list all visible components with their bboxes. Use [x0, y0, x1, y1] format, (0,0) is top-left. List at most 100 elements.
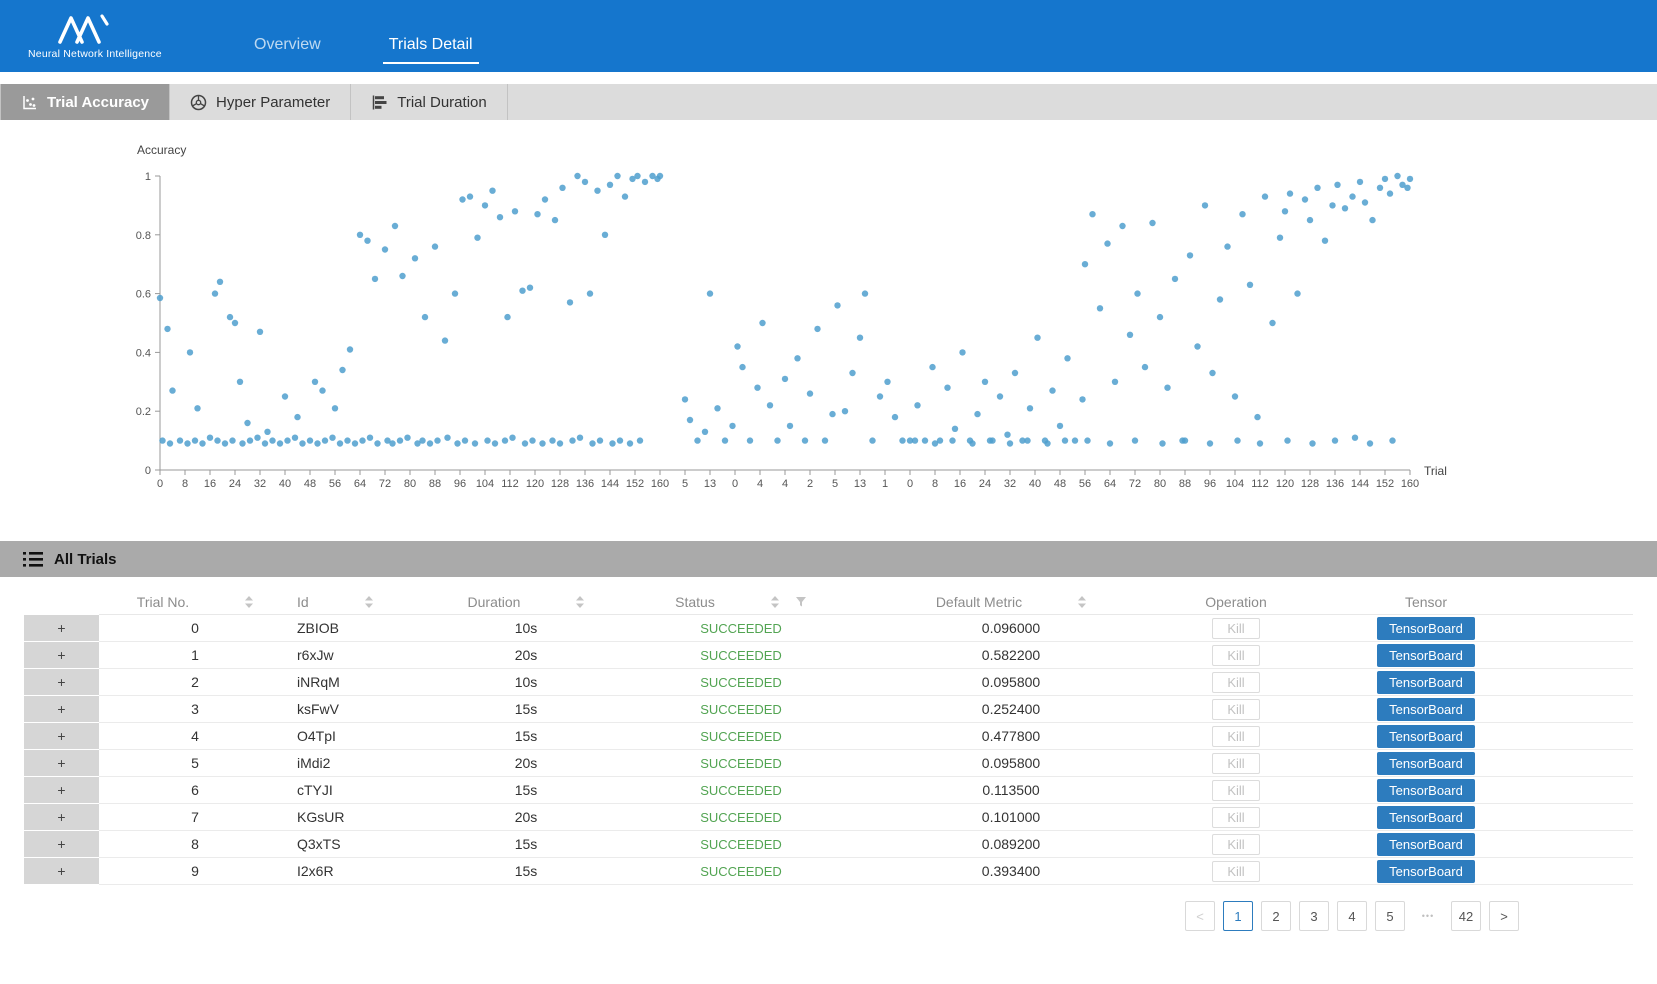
- scatter-point[interactable]: [1269, 320, 1275, 326]
- scatter-point[interactable]: [1394, 173, 1400, 179]
- scatter-point[interactable]: [404, 435, 410, 441]
- scatter-point[interactable]: [264, 429, 270, 435]
- pagination-page-2[interactable]: 2: [1261, 901, 1291, 931]
- expand-row-button[interactable]: +: [24, 723, 99, 750]
- scatter-point[interactable]: [422, 314, 428, 320]
- scatter-point[interactable]: [774, 437, 780, 443]
- kill-button[interactable]: Kill: [1212, 672, 1259, 693]
- scatter-point[interactable]: [829, 411, 835, 417]
- column-header-trial-no-[interactable]: Trial No.: [99, 589, 291, 615]
- expand-row-button[interactable]: +: [24, 804, 99, 831]
- scatter-point[interactable]: [1309, 440, 1315, 446]
- scatter-point[interactable]: [822, 437, 828, 443]
- scatter-point[interactable]: [607, 182, 613, 188]
- scatter-point[interactable]: [1404, 185, 1410, 191]
- scatter-point[interactable]: [359, 437, 365, 443]
- scatter-point[interactable]: [184, 440, 190, 446]
- scatter-point[interactable]: [1282, 208, 1288, 214]
- scatter-point[interactable]: [389, 440, 395, 446]
- scatter-point[interactable]: [474, 235, 480, 241]
- scatter-point[interactable]: [929, 364, 935, 370]
- scatter-point[interactable]: [432, 243, 438, 249]
- scatter-point[interactable]: [529, 437, 535, 443]
- accuracy-scatter-plot[interactable]: 0816243240485664728088961041121201281361…: [0, 140, 1657, 502]
- scatter-point[interactable]: [467, 193, 473, 199]
- scatter-point[interactable]: [549, 437, 555, 443]
- scatter-point[interactable]: [1024, 437, 1030, 443]
- scatter-point[interactable]: [552, 217, 558, 223]
- scatter-point[interactable]: [1239, 211, 1245, 217]
- scatter-point[interactable]: [694, 437, 700, 443]
- filter-icon[interactable]: [795, 596, 807, 608]
- scatter-point[interactable]: [577, 435, 583, 441]
- nav-trials-detail[interactable]: Trials Detail: [383, 36, 479, 64]
- expand-row-button[interactable]: +: [24, 642, 99, 669]
- scatter-point[interactable]: [207, 435, 213, 441]
- expand-row-button[interactable]: +: [24, 858, 99, 885]
- scatter-point[interactable]: [569, 437, 575, 443]
- scatter-point[interactable]: [194, 405, 200, 411]
- scatter-point[interactable]: [512, 208, 518, 214]
- scatter-point[interactable]: [782, 376, 788, 382]
- scatter-point[interactable]: [622, 193, 628, 199]
- scatter-point[interactable]: [509, 435, 515, 441]
- column-header-id[interactable]: Id: [291, 589, 431, 615]
- tensorboard-button[interactable]: TensorBoard: [1377, 833, 1475, 856]
- scatter-point[interactable]: [627, 440, 633, 446]
- scatter-point[interactable]: [1159, 440, 1165, 446]
- scatter-point[interactable]: [849, 370, 855, 376]
- scatter-point[interactable]: [462, 437, 468, 443]
- scatter-point[interactable]: [729, 423, 735, 429]
- scatter-point[interactable]: [739, 364, 745, 370]
- scatter-point[interactable]: [952, 426, 958, 432]
- pagination-page-42[interactable]: 42: [1451, 901, 1481, 931]
- scatter-point[interactable]: [557, 440, 563, 446]
- tensorboard-button[interactable]: TensorBoard: [1377, 860, 1475, 883]
- scatter-point[interactable]: [352, 440, 358, 446]
- scatter-point[interactable]: [802, 437, 808, 443]
- scatter-point[interactable]: [344, 437, 350, 443]
- scatter-point[interactable]: [589, 440, 595, 446]
- scatter-point[interactable]: [357, 232, 363, 238]
- scatter-point[interactable]: [399, 273, 405, 279]
- scatter-point[interactable]: [734, 343, 740, 349]
- sort-icon[interactable]: [365, 596, 373, 608]
- scatter-point[interactable]: [1157, 314, 1163, 320]
- scatter-point[interactable]: [1164, 385, 1170, 391]
- scatter-point[interactable]: [1387, 190, 1393, 196]
- scatter-point[interactable]: [1044, 440, 1050, 446]
- column-header-duration[interactable]: Duration: [431, 589, 621, 615]
- pagination-page-1[interactable]: 1: [1223, 901, 1253, 931]
- scatter-point[interactable]: [1407, 176, 1413, 182]
- tensorboard-button[interactable]: TensorBoard: [1377, 725, 1475, 748]
- scatter-point[interactable]: [1357, 179, 1363, 185]
- scatter-point[interactable]: [1172, 276, 1178, 282]
- scatter-point[interactable]: [1332, 437, 1338, 443]
- scatter-point[interactable]: [519, 288, 525, 294]
- scatter-point[interactable]: [542, 196, 548, 202]
- kill-button[interactable]: Kill: [1212, 618, 1259, 639]
- pagination-ellipsis[interactable]: •••: [1413, 901, 1443, 931]
- scatter-point[interactable]: [339, 367, 345, 373]
- scatter-point[interactable]: [914, 402, 920, 408]
- scatter-point[interactable]: [657, 173, 663, 179]
- scatter-point[interactable]: [634, 173, 640, 179]
- scatter-point[interactable]: [1079, 396, 1085, 402]
- scatter-point[interactable]: [597, 437, 603, 443]
- scatter-point[interactable]: [842, 408, 848, 414]
- scatter-point[interactable]: [1062, 437, 1068, 443]
- scatter-point[interactable]: [497, 214, 503, 220]
- scatter-point[interactable]: [1217, 296, 1223, 302]
- scatter-point[interactable]: [1132, 437, 1138, 443]
- scatter-point[interactable]: [892, 414, 898, 420]
- scatter-point[interactable]: [277, 440, 283, 446]
- scatter-point[interactable]: [1224, 243, 1230, 249]
- scatter-point[interactable]: [1329, 202, 1335, 208]
- kill-button[interactable]: Kill: [1212, 753, 1259, 774]
- column-header-operation[interactable]: Operation: [1161, 589, 1311, 615]
- scatter-point[interactable]: [442, 337, 448, 343]
- scatter-point[interactable]: [1389, 437, 1395, 443]
- kill-button[interactable]: Kill: [1212, 807, 1259, 828]
- sort-icon[interactable]: [1078, 596, 1086, 608]
- scatter-point[interactable]: [527, 285, 533, 291]
